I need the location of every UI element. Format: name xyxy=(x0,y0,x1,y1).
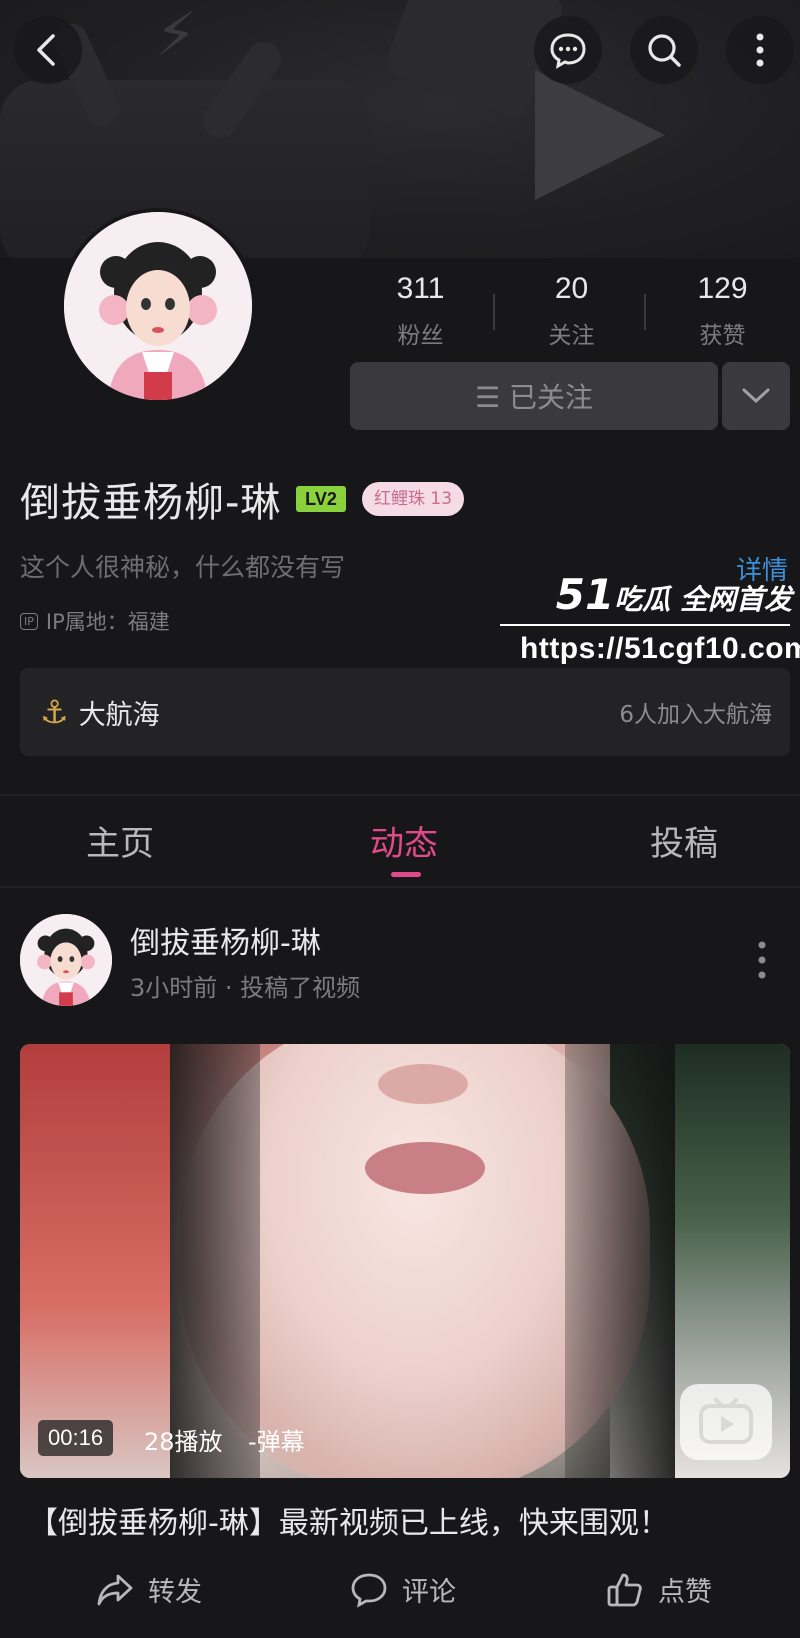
like-button[interactable]: 点赞 xyxy=(606,1570,712,1609)
post-author-name[interactable]: 倒拔垂杨柳-琳 xyxy=(130,918,321,962)
watermark-brand-text: 吃瓜 全网首发 xyxy=(614,583,792,616)
level-badge[interactable]: LV2 xyxy=(296,486,346,512)
video-app-logo xyxy=(680,1384,772,1460)
profile-stats: 311 粉丝 20 关注 129 获赞 xyxy=(345,272,800,352)
stat-label: 粉丝 xyxy=(397,323,444,349)
video-bg-sign xyxy=(20,1044,170,1478)
avatar-illustration xyxy=(20,914,112,1006)
comment-label: 评论 xyxy=(402,1577,456,1608)
watermark-brand: 51吃瓜 全网首发 xyxy=(556,570,792,619)
following-label: ☰ 已关注 xyxy=(474,381,593,414)
share-label: 转发 xyxy=(148,1577,202,1608)
koi-badge[interactable]: 红鲤珠 13 xyxy=(362,482,465,516)
stat-divider xyxy=(644,294,646,330)
watermark: 51吃瓜 全网首发 https://51cgf10.com xyxy=(500,570,800,680)
fleet-count: 6人加入大航海 xyxy=(619,702,772,728)
thumbs-up-icon xyxy=(607,1573,642,1606)
stat-value: 129 xyxy=(697,272,748,305)
post-title[interactable]: 【倒拔垂杨柳-琳】最新视频已上线，快来围观！ xyxy=(28,1498,669,1542)
message-bubble-icon xyxy=(550,33,586,69)
more-vertical-icon xyxy=(758,941,766,979)
share-button[interactable]: 转发 xyxy=(96,1570,202,1609)
fleet-card[interactable]: ⚓ 大航海 6人加入大航海 xyxy=(20,668,790,756)
profile-avatar[interactable] xyxy=(60,208,256,404)
back-arrow-icon xyxy=(37,34,55,66)
play-shape xyxy=(535,70,665,200)
tv-play-icon xyxy=(699,1398,753,1444)
stat-value: 311 xyxy=(396,272,445,305)
following-button[interactable]: ☰ 已关注 xyxy=(350,362,718,430)
watermark-brand-number: 51 xyxy=(555,570,615,619)
comment-button[interactable]: 评论 xyxy=(350,1570,456,1609)
stat-label: 关注 xyxy=(548,323,595,349)
ip-location-text: IP属地：福建 xyxy=(45,610,170,634)
tab-dynamics[interactable]: 动态 xyxy=(370,816,438,865)
ip-icon: IP xyxy=(20,612,38,630)
search-icon xyxy=(648,34,681,67)
comment-icon xyxy=(351,1573,387,1608)
post-meta: 3小时前 · 投稿了视频 xyxy=(130,974,361,1002)
video-hair xyxy=(170,1044,260,1478)
tab-active-indicator xyxy=(391,872,421,877)
video-play-count: 28播放 xyxy=(144,1428,223,1456)
post-author-avatar[interactable] xyxy=(20,914,112,1006)
tab-submissions[interactable]: 投稿 xyxy=(650,816,718,865)
profile-username: 倒拔垂杨柳-琳 xyxy=(20,480,282,526)
fleet-title: 大航海 xyxy=(78,699,160,731)
message-button[interactable] xyxy=(534,16,602,84)
lightning-icon: ⚡ xyxy=(155,0,198,70)
stat-value: 20 xyxy=(554,272,589,305)
stat-followers[interactable]: 311 粉丝 xyxy=(345,272,496,352)
post-more-button[interactable] xyxy=(752,938,772,982)
stat-divider xyxy=(493,294,495,330)
stat-likes[interactable]: 129 获赞 xyxy=(647,272,798,352)
tab-home[interactable]: 主页 xyxy=(86,816,154,865)
video-face-detail xyxy=(378,1064,468,1104)
divider xyxy=(0,886,800,888)
video-thumbnail[interactable]: 00:16 28播放 -弹幕 xyxy=(20,1044,790,1478)
profile-bio: 这个人很神秘，什么都没有写 xyxy=(20,553,346,582)
watermark-line xyxy=(500,624,790,626)
avatar-illustration xyxy=(64,212,252,400)
stat-following[interactable]: 20 关注 xyxy=(496,272,647,352)
back-button[interactable] xyxy=(14,16,82,84)
share-icon xyxy=(97,1574,133,1605)
follow-options-button[interactable] xyxy=(722,362,790,430)
like-label: 点赞 xyxy=(658,1577,712,1608)
video-danmaku-count: -弹幕 xyxy=(248,1428,305,1456)
divider xyxy=(0,794,800,796)
video-face-detail xyxy=(365,1142,485,1194)
ip-location: IP IP属地：福建 xyxy=(20,606,170,636)
more-vertical-icon xyxy=(756,33,764,67)
watermark-url: https://51cgf10.com xyxy=(520,632,800,665)
more-options-button[interactable] xyxy=(726,16,794,84)
post-actions: 转发 评论 点赞 xyxy=(0,1570,800,1620)
video-duration: 00:16 xyxy=(38,1420,114,1456)
stat-label: 获赞 xyxy=(699,323,746,349)
video-hair xyxy=(565,1044,675,1478)
search-button[interactable] xyxy=(630,16,698,84)
chevron-down-icon xyxy=(742,388,770,404)
anchor-icon: ⚓ xyxy=(40,693,69,731)
